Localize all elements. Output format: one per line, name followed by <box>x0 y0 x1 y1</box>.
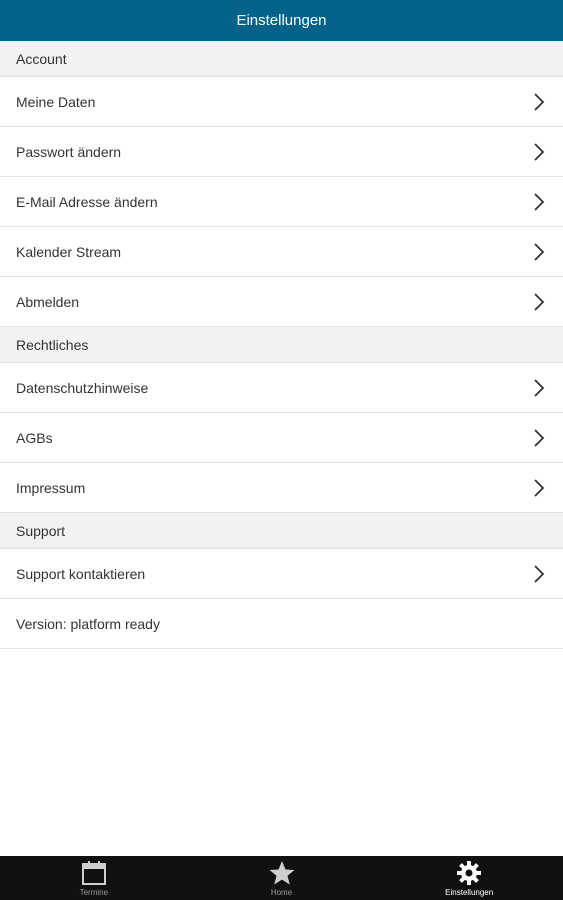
chevron-right-icon <box>534 142 545 161</box>
settings-item-label: E-Mail Adresse ändern <box>16 193 158 210</box>
settings-item-passwort-aendern[interactable]: Passwort ändern <box>0 127 563 177</box>
app-header: Einstellungen <box>0 0 563 41</box>
chevron-right-icon <box>534 428 545 447</box>
section-header-support: Support <box>0 513 563 549</box>
settings-item-impressum[interactable]: Impressum <box>0 463 563 513</box>
settings-item-label: Kalender Stream <box>16 243 122 260</box>
page-title: Einstellungen <box>236 12 327 29</box>
star-icon <box>269 861 294 885</box>
settings-item-label: Abmelden <box>16 293 80 310</box>
settings-item-label: Passwort ändern <box>16 143 122 160</box>
settings-item-abmelden[interactable]: Abmelden <box>0 277 563 327</box>
chevron-right-icon <box>534 564 545 583</box>
settings-item-email-aendern[interactable]: E-Mail Adresse ändern <box>0 177 563 227</box>
section-header-legal: Rechtliches <box>0 327 563 363</box>
settings-item-label: Meine Daten <box>16 93 96 110</box>
chevron-right-icon <box>534 242 545 261</box>
settings-item-label: Impressum <box>16 479 86 496</box>
version-row: Version: platform ready <box>0 599 563 649</box>
tab-home[interactable]: Home <box>188 856 376 900</box>
chevron-right-icon <box>534 92 545 111</box>
settings-list: Account Meine Daten Passwort ändern E-Ma… <box>0 41 563 649</box>
chevron-right-icon <box>534 292 545 311</box>
tab-einstellungen[interactable]: Einstellungen <box>375 856 563 900</box>
chevron-right-icon <box>534 478 545 497</box>
settings-item-kalender-stream[interactable]: Kalender Stream <box>0 227 563 277</box>
tab-termine[interactable]: Termine <box>0 856 188 900</box>
settings-item-datenschutz[interactable]: Datenschutzhinweise <box>0 363 563 413</box>
settings-item-label: Datenschutzhinweise <box>16 379 149 396</box>
settings-item-label: Support kontaktieren <box>16 565 146 582</box>
tab-bar: Termine Home Einstellungen <box>0 856 563 900</box>
version-text: Version: platform ready <box>16 615 160 632</box>
tab-label: Termine <box>79 888 109 897</box>
section-header-account: Account <box>0 41 563 77</box>
settings-item-agbs[interactable]: AGBs <box>0 413 563 463</box>
chevron-right-icon <box>534 192 545 211</box>
tab-label: Einstellungen <box>445 888 494 897</box>
settings-item-support-kontaktieren[interactable]: Support kontaktieren <box>0 549 563 599</box>
settings-item-meine-daten[interactable]: Meine Daten <box>0 77 563 127</box>
gear-icon <box>457 861 482 885</box>
settings-item-label: AGBs <box>16 429 53 446</box>
tab-label: Home <box>270 888 293 897</box>
calendar-icon <box>81 861 106 885</box>
chevron-right-icon <box>534 378 545 397</box>
